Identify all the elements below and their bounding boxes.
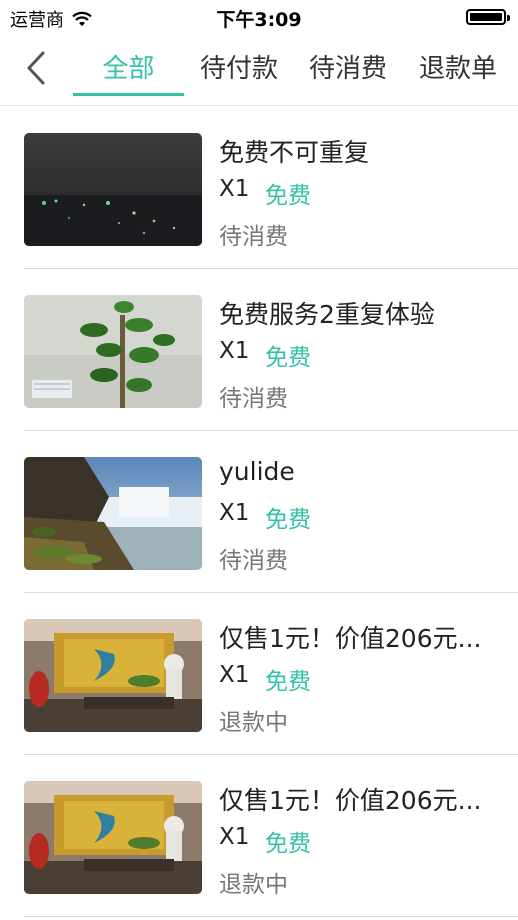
tab-pending-payment[interactable]: 待付款 (190, 50, 288, 90)
order-title: yulide (219, 457, 295, 486)
order-price: 免费 (265, 831, 311, 857)
order-item[interactable]: 免费服务2重复体验 X1 免费 待消费 (0, 269, 518, 431)
order-price: 免费 (265, 345, 311, 371)
shop-interior-image (24, 619, 202, 732)
order-thumbnail (24, 781, 202, 894)
battery-icon (466, 9, 510, 25)
order-status: 待消费 (219, 386, 288, 412)
tab-pending-use[interactable]: 待消费 (299, 50, 397, 90)
order-status: 退款中 (219, 872, 288, 898)
order-status: 退款中 (219, 710, 288, 736)
order-item[interactable]: 免费不可重复 X1 免费 待消费 (0, 107, 518, 269)
chevron-left-icon (27, 51, 45, 85)
night-city-image (24, 133, 202, 246)
order-quantity: X1 (219, 338, 250, 364)
order-quantity: X1 (219, 824, 250, 850)
order-title: 仅售1元！价值206元... (219, 786, 482, 815)
back-button[interactable] (18, 48, 54, 88)
order-title: 仅售1元！价值206元... (219, 624, 482, 653)
order-thumbnail (24, 133, 202, 246)
order-list: 免费不可重复 X1 免费 待消费 免费服务2重复体验 X1 免费 待消费 yul… (0, 107, 518, 917)
order-price: 免费 (265, 669, 311, 695)
divider (24, 916, 518, 917)
order-quantity: X1 (219, 662, 250, 688)
tab-refunds[interactable]: 退款单 (409, 50, 507, 90)
order-status: 待消费 (219, 224, 288, 250)
shop-interior-image (24, 781, 202, 894)
nav-bar: 全部 待付款 待消费 退款单 (0, 34, 518, 106)
order-title: 免费不可重复 (219, 138, 370, 167)
order-title: 免费服务2重复体验 (219, 300, 435, 329)
order-item[interactable]: 仅售1元！价值206元... X1 免费 退款中 (0, 593, 518, 755)
waterfall-image (24, 457, 202, 570)
order-item[interactable]: 仅售1元！价值206元... X1 免费 退款中 (0, 755, 518, 917)
order-thumbnail (24, 295, 202, 408)
tab-all[interactable]: 全部 (73, 50, 184, 90)
status-bar: 运营商 下午3:09 (0, 0, 518, 34)
clock: 下午3:09 (216, 9, 302, 31)
order-quantity: X1 (219, 176, 250, 202)
order-thumbnail (24, 619, 202, 732)
active-tab-indicator (73, 93, 184, 96)
order-price: 免费 (265, 507, 311, 533)
order-thumbnail (24, 457, 202, 570)
order-price: 免费 (265, 183, 311, 209)
order-status: 待消费 (219, 548, 288, 574)
order-quantity: X1 (219, 500, 250, 526)
potted-plant-image (24, 295, 202, 408)
order-item[interactable]: yulide X1 免费 待消费 (0, 431, 518, 593)
